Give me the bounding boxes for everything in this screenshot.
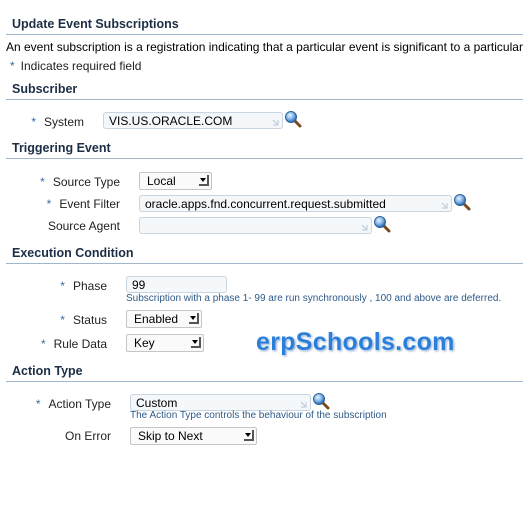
system-input[interactable]: VIS.US.ORACLE.COM: [103, 112, 283, 129]
source-agent-input[interactable]: [139, 217, 372, 234]
action-type-hint: The Action Type controls the behaviour o…: [130, 410, 387, 421]
phase-label: * Phase: [60, 279, 107, 293]
required-marker: *: [40, 337, 46, 351]
event-filter-input[interactable]: oracle.apps.fnd.concurrent.request.submi…: [139, 195, 452, 212]
search-icon[interactable]: [284, 110, 302, 128]
source-type-label: * Source Type: [40, 175, 120, 189]
page-title: Update Event Subscriptions: [6, 17, 523, 35]
section-header-action-type: Action Type: [6, 364, 523, 382]
status-select[interactable]: Enabled: [126, 310, 202, 328]
section-header-execution-condition: Execution Condition: [6, 246, 523, 264]
lov-resize-icon: [272, 119, 279, 126]
required-marker: *: [60, 313, 65, 327]
system-label: * System: [31, 115, 84, 129]
required-marker: *: [46, 197, 52, 211]
lov-resize-icon: [300, 401, 307, 408]
watermark: erpSchools.com: [256, 328, 455, 356]
source-type-select[interactable]: Local: [139, 172, 212, 190]
chevron-down-icon: [244, 430, 254, 441]
chevron-down-icon: [199, 175, 209, 186]
source-agent-label: Source Agent: [47, 219, 120, 233]
search-icon[interactable]: [373, 215, 391, 233]
section-header-subscriber: Subscriber: [6, 82, 523, 100]
action-type-label: * Action Type: [35, 397, 111, 411]
required-note-text: Indicates required field: [20, 59, 142, 73]
phase-input[interactable]: 99: [126, 276, 227, 293]
search-icon[interactable]: [312, 392, 330, 410]
on-error-label: On Error: [64, 429, 111, 443]
required-marker: *: [10, 59, 15, 73]
search-icon[interactable]: [453, 193, 471, 211]
on-error-select[interactable]: Skip to Next: [130, 427, 257, 445]
action-type-input[interactable]: Custom: [130, 394, 311, 411]
required-marker: *: [40, 175, 45, 189]
rule-data-select[interactable]: Key: [126, 334, 204, 352]
section-header-triggering-event: Triggering Event: [6, 141, 523, 159]
chevron-down-icon: [189, 313, 199, 324]
status-label: * Status: [60, 313, 107, 327]
required-marker: *: [60, 279, 65, 293]
chevron-down-icon: [191, 337, 201, 348]
required-field-note: * Indicates required field: [10, 59, 141, 73]
lov-resize-icon: [441, 202, 448, 209]
required-marker: *: [35, 397, 41, 411]
rule-data-label: * Rule Data: [40, 337, 107, 351]
event-filter-label: * Event Filter: [46, 197, 120, 211]
page-description: An event subscription is a registration …: [6, 40, 523, 54]
lov-resize-icon: [361, 224, 368, 231]
required-marker: *: [31, 115, 36, 129]
phase-hint: Subscription with a phase 1- 99 are run …: [126, 293, 502, 304]
